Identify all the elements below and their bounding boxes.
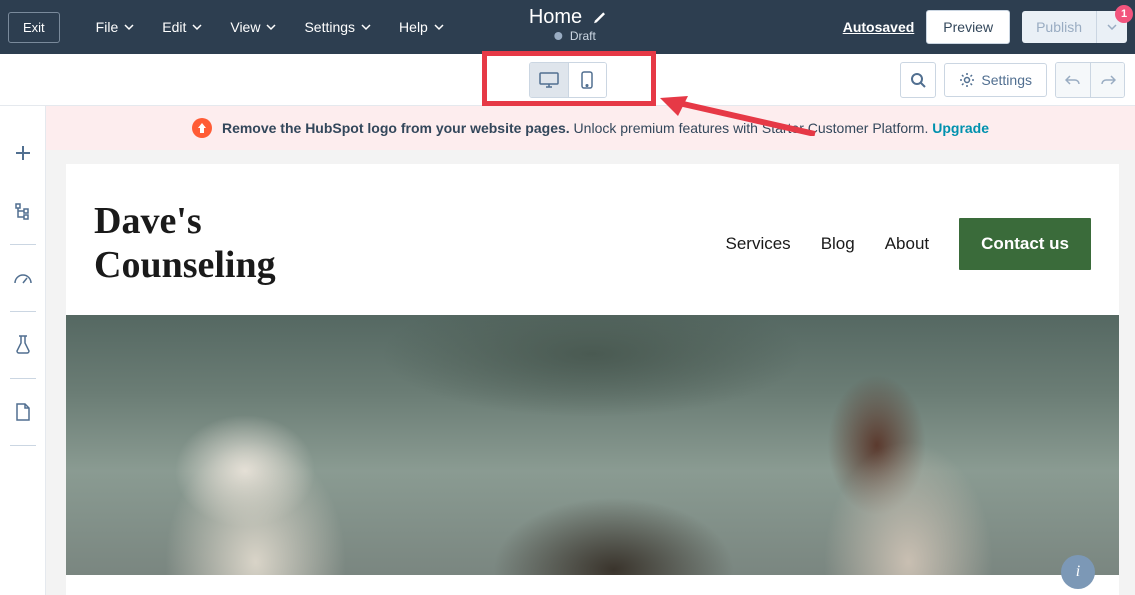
title-area: Home Draft	[529, 6, 606, 43]
canvas-area: Remove the HubSpot logo from your websit…	[46, 106, 1135, 595]
publish-group: Publish 1	[1022, 11, 1127, 43]
redo-icon	[1100, 74, 1116, 86]
sidebar	[0, 106, 46, 595]
toolbar-right: Settings	[900, 62, 1125, 98]
preview-button[interactable]: Preview	[926, 10, 1010, 44]
redo-button[interactable]	[1090, 63, 1124, 97]
banner-bold: Remove the HubSpot logo from your websit…	[222, 120, 570, 136]
right-actions: Autosaved Preview Publish 1	[843, 10, 1127, 44]
menu-label: Edit	[162, 19, 186, 35]
menu-label: Settings	[304, 19, 355, 35]
upgrade-banner: Remove the HubSpot logo from your websit…	[46, 106, 1135, 150]
undo-icon	[1065, 74, 1081, 86]
exit-button[interactable]: Exit	[8, 12, 60, 43]
tree-icon	[14, 202, 32, 220]
desktop-icon	[539, 72, 559, 88]
sidebar-test[interactable]	[0, 316, 46, 374]
site-logo[interactable]: Dave's Counseling	[94, 200, 276, 287]
chevron-down-icon	[1107, 24, 1117, 30]
chevron-down-icon	[266, 22, 276, 32]
menu-label: View	[230, 19, 260, 35]
toolbar: Settings	[0, 54, 1135, 106]
contact-button[interactable]: Contact us	[959, 218, 1091, 270]
nav-blog[interactable]: Blog	[821, 234, 855, 254]
desktop-view-button[interactable]	[530, 63, 568, 97]
flask-icon	[15, 335, 31, 355]
site-nav: Services Blog About Contact us	[726, 218, 1092, 270]
menu-help[interactable]: Help	[387, 11, 456, 43]
menu-settings[interactable]: Settings	[292, 11, 383, 43]
main-area: Remove the HubSpot logo from your websit…	[0, 106, 1135, 595]
autosaved-label[interactable]: Autosaved	[843, 19, 915, 35]
publish-button[interactable]: Publish	[1022, 11, 1096, 43]
publish-badge: 1	[1115, 5, 1133, 23]
status-dot	[554, 32, 562, 40]
search-icon	[910, 72, 926, 88]
settings-button[interactable]: Settings	[944, 63, 1047, 97]
sidebar-divider	[10, 311, 36, 312]
gear-icon	[959, 72, 975, 88]
undo-redo-group	[1055, 62, 1125, 98]
page-preview[interactable]: Dave's Counseling Services Blog About Co…	[66, 164, 1119, 595]
file-icon	[15, 402, 31, 422]
menu-edit[interactable]: Edit	[150, 11, 214, 43]
menu-file[interactable]: File	[84, 11, 147, 43]
menu-view[interactable]: View	[218, 11, 288, 43]
menu-label: File	[96, 19, 119, 35]
page-title: Home	[529, 6, 582, 29]
device-toggle	[529, 62, 607, 98]
undo-button[interactable]	[1056, 63, 1090, 97]
status-label: Draft	[570, 29, 596, 43]
site-header: Dave's Counseling Services Blog About Co…	[66, 164, 1119, 315]
sidebar-contents[interactable]	[0, 182, 46, 240]
sidebar-divider	[10, 244, 36, 245]
chevron-down-icon	[192, 22, 202, 32]
info-bubble[interactable]: i	[1061, 555, 1095, 589]
menu-label: Help	[399, 19, 428, 35]
chevron-down-icon	[361, 22, 371, 32]
logo-line1: Dave's	[94, 200, 276, 244]
gauge-icon	[13, 271, 33, 285]
hero-image[interactable]	[66, 315, 1119, 575]
sidebar-divider	[10, 445, 36, 446]
logo-line2: Counseling	[94, 244, 276, 288]
nav-about[interactable]: About	[885, 234, 929, 254]
nav-services[interactable]: Services	[726, 234, 791, 254]
search-button[interactable]	[900, 62, 936, 98]
plus-icon	[13, 143, 33, 163]
menu-group: File Edit View Settings Help	[84, 11, 456, 43]
chevron-down-icon	[124, 22, 134, 32]
mobile-icon	[581, 71, 593, 89]
upgrade-icon	[192, 118, 212, 138]
settings-label: Settings	[981, 72, 1032, 88]
sidebar-pages[interactable]	[0, 383, 46, 441]
sidebar-add[interactable]	[0, 124, 46, 182]
sidebar-optimize[interactable]	[0, 249, 46, 307]
chevron-down-icon	[434, 22, 444, 32]
banner-body: Unlock premium features with Starter Cus…	[570, 120, 933, 136]
pencil-icon[interactable]	[592, 11, 606, 25]
upgrade-link[interactable]: Upgrade	[932, 120, 989, 136]
top-bar: Exit File Edit View Settings Help Home	[0, 0, 1135, 54]
mobile-view-button[interactable]	[568, 63, 606, 97]
banner-text: Remove the HubSpot logo from your websit…	[222, 120, 989, 136]
sidebar-divider	[10, 378, 36, 379]
